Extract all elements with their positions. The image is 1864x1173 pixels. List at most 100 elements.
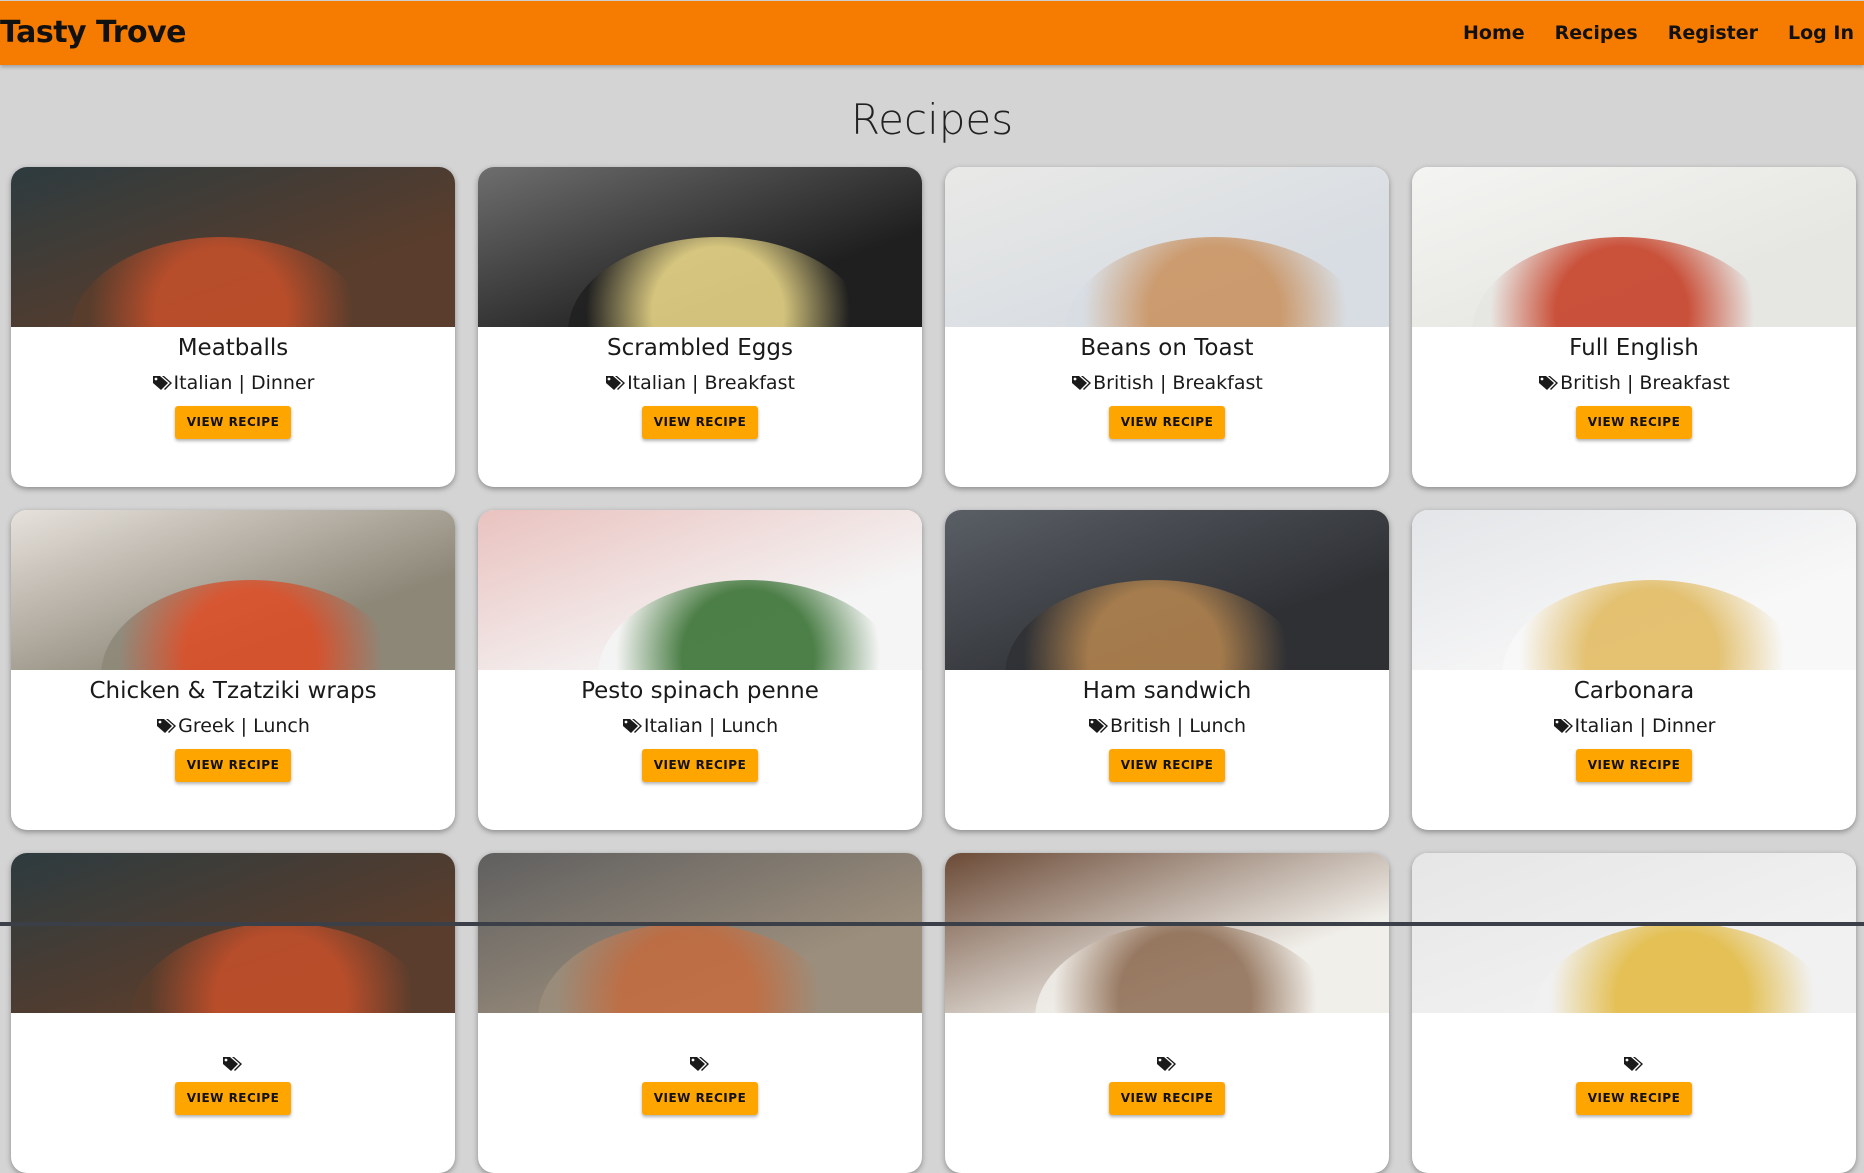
view-recipe-button[interactable]: VIEW RECIPE [1109, 1082, 1225, 1115]
recipe-cuisine-meal: Italian | Lunch [643, 715, 779, 737]
recipe-image[interactable] [1412, 167, 1856, 327]
recipe-image[interactable] [478, 167, 922, 327]
view-recipe-button[interactable]: VIEW RECIPE [1109, 749, 1225, 782]
recipe-title: Meatballs [177, 335, 289, 361]
card-body: VIEW RECIPE [478, 1013, 922, 1115]
recipe-cuisine-meal: British | Breakfast [1093, 372, 1263, 394]
tags-icon [1624, 1057, 1643, 1071]
card-body: Full English British | Breakfast VIEW RECI… [1412, 327, 1856, 439]
food-shape [101, 580, 401, 670]
view-recipe-button[interactable]: VIEW RECIPE [642, 749, 758, 782]
recipe-title [945, 1017, 1389, 1051]
recipe-cuisine-meal: Italian | Dinner [173, 372, 315, 394]
recipe-title: Carbonara [1573, 678, 1695, 704]
recipe-card: VIEW RECIPE [11, 853, 455, 1173]
card-body: Ham sandwich British | Lunch VIEW RECIPE [945, 670, 1389, 782]
recipe-card: VIEW RECIPE [1412, 853, 1856, 1173]
recipe-tags: Italian | Lunch [478, 713, 922, 739]
recipe-image[interactable] [478, 853, 922, 1013]
recipe-image[interactable] [1412, 853, 1856, 1013]
tags-icon [223, 1057, 242, 1071]
tags-icon [152, 376, 172, 390]
recipe-tags [478, 1056, 922, 1072]
recipe-tags: British | Lunch [945, 713, 1389, 739]
recipe-cuisine-meal: British | Lunch [1109, 715, 1247, 737]
recipe-image[interactable] [11, 510, 455, 670]
recipe-tags [11, 1056, 455, 1072]
nav-recipes[interactable]: Recipes [1555, 22, 1638, 44]
recipe-tags: Italian | Breakfast [478, 370, 922, 396]
recipe-card: VIEW RECIPE [478, 853, 922, 1173]
food-shape [1472, 237, 1772, 327]
recipe-image[interactable] [945, 853, 1389, 1013]
view-recipe-button[interactable]: VIEW RECIPE [175, 406, 291, 439]
recipe-card: Full English British | Breakfast VIEW RECI… [1412, 167, 1856, 487]
food-shape [538, 923, 838, 1013]
tags-icon [1157, 1057, 1176, 1071]
recipe-tags: British | Breakfast [1412, 370, 1856, 396]
recipe-title [478, 1017, 922, 1051]
recipe-card: Meatballs Italian | Dinner VIEW RECIPE [11, 167, 455, 487]
brand-logo[interactable]: Tasty Trove [0, 15, 187, 50]
food-shape [1502, 580, 1802, 670]
recipe-cuisine-meal: Greek | Lunch [178, 715, 310, 737]
tags-icon [1088, 719, 1108, 733]
recipe-title: Scrambled Eggs [607, 335, 793, 361]
recipe-image[interactable] [945, 510, 1389, 670]
recipe-card: Chicken & Tzatziki wraps Greek | Lunch VIE… [11, 510, 455, 830]
view-recipe-button[interactable]: VIEW RECIPE [1109, 406, 1225, 439]
recipe-image[interactable] [11, 853, 455, 1013]
recipe-card: VIEW RECIPE [945, 853, 1389, 1173]
food-shape [1005, 580, 1305, 670]
recipe-cuisine-meal: British | Breakfast [1560, 372, 1730, 394]
bottom-edge [0, 922, 1864, 926]
tags-icon [1072, 376, 1092, 390]
food-shape [1065, 237, 1365, 327]
card-body: Beans on Toast British | Breakfast VIEW RE… [945, 327, 1389, 439]
food-shape [1035, 923, 1335, 1013]
recipe-image[interactable] [11, 167, 455, 327]
recipe-card: Carbonara Italian | Dinner VIEW RECIPE [1412, 510, 1856, 830]
recipe-tags [1412, 1056, 1856, 1072]
recipe-tags: Greek | Lunch [11, 713, 455, 739]
nav-home[interactable]: Home [1463, 22, 1525, 44]
recipe-tags [945, 1056, 1389, 1072]
view-recipe-button[interactable]: VIEW RECIPE [1576, 406, 1692, 439]
recipe-title: Ham sandwich [1082, 678, 1252, 704]
tags-icon [1539, 376, 1559, 390]
view-recipe-button[interactable]: VIEW RECIPE [1576, 749, 1692, 782]
recipe-image[interactable] [945, 167, 1389, 327]
recipe-card: Ham sandwich British | Lunch VIEW RECIPE [945, 510, 1389, 830]
card-body: Scrambled Eggs Italian | Breakfast VIEW RE… [478, 327, 922, 439]
food-shape [598, 580, 898, 670]
food-shape [131, 923, 431, 1013]
card-body: Chicken & Tzatziki wraps Greek | Lunch VIE… [11, 670, 455, 782]
recipe-card: Scrambled Eggs Italian | Breakfast VIEW RE… [478, 167, 922, 487]
view-recipe-button[interactable]: VIEW RECIPE [642, 1082, 758, 1115]
recipe-cuisine-meal: Italian | Dinner [1574, 715, 1716, 737]
card-body: Pesto spinach penne Italian | Lunch VIEW R… [478, 670, 922, 782]
recipe-cuisine-meal: Italian | Breakfast [627, 372, 795, 394]
nav-links: Home Recipes Register Log In [1463, 22, 1854, 44]
view-recipe-button[interactable]: VIEW RECIPE [1576, 1082, 1692, 1115]
food-shape [568, 237, 868, 327]
nav-log-in[interactable]: Log In [1788, 22, 1854, 44]
view-recipe-button[interactable]: VIEW RECIPE [175, 749, 291, 782]
recipe-tags: Italian | Dinner [1412, 713, 1856, 739]
recipe-title [11, 1017, 455, 1051]
food-shape [1532, 923, 1832, 1013]
tags-icon [606, 376, 626, 390]
recipe-image[interactable] [1412, 510, 1856, 670]
nav-register[interactable]: Register [1668, 22, 1758, 44]
view-recipe-button[interactable]: VIEW RECIPE [175, 1082, 291, 1115]
recipe-tags: British | Breakfast [945, 370, 1389, 396]
recipe-title [1412, 1017, 1856, 1051]
recipe-title: Beans on Toast [1080, 335, 1254, 361]
card-body: VIEW RECIPE [11, 1013, 455, 1115]
view-recipe-button[interactable]: VIEW RECIPE [642, 406, 758, 439]
recipe-grid: Meatballs Italian | Dinner VIEW RECIPE Scra… [11, 167, 1856, 1173]
tags-icon [622, 719, 642, 733]
recipe-image[interactable] [478, 510, 922, 670]
tags-icon [157, 719, 177, 733]
top-navbar: Tasty Trove Home Recipes Register Log In [0, 1, 1864, 65]
